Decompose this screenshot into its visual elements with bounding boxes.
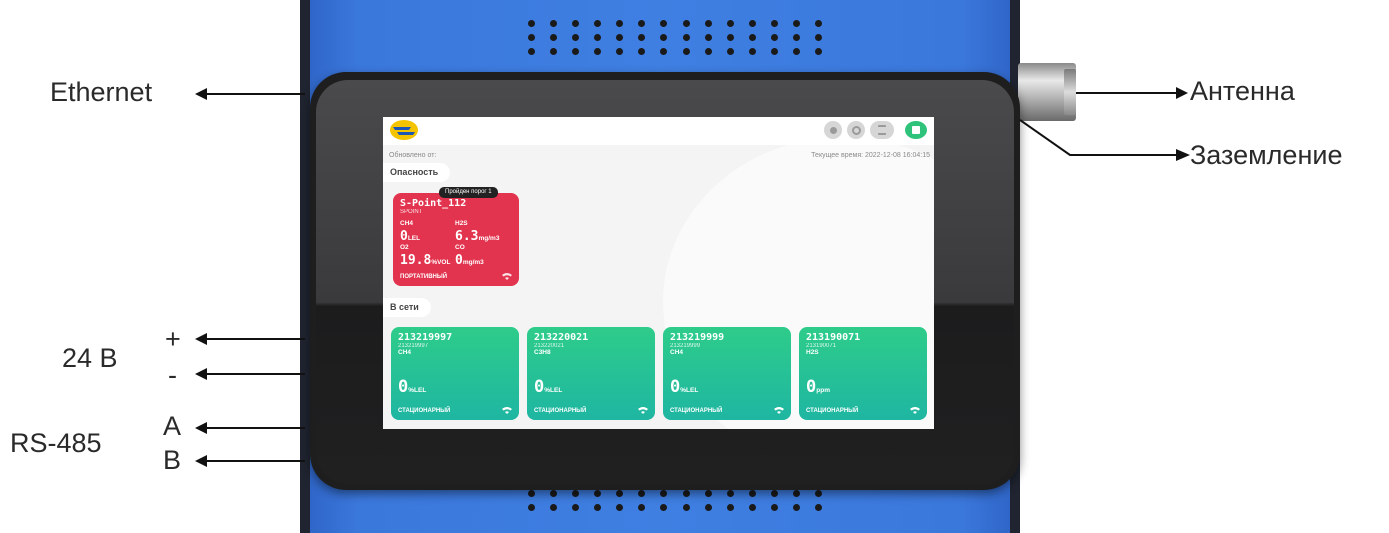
card-type: СТАЦИОНАРНЫЙ bbox=[670, 408, 723, 414]
b-label: B bbox=[163, 445, 182, 475]
reading-ch4: CH4 0LEL bbox=[400, 220, 421, 244]
antenna-arrow bbox=[1076, 92, 1178, 94]
rs485-label: RS-485 bbox=[10, 428, 102, 458]
card-subtitle: 213190071 bbox=[806, 343, 837, 349]
reading-co: CO 0mg/m3 bbox=[455, 244, 484, 268]
section-online: В сети bbox=[383, 298, 431, 317]
grid-icon bbox=[912, 126, 920, 134]
plus-label: + bbox=[165, 324, 181, 354]
card-value: 0ppm bbox=[806, 377, 830, 397]
ground-label: Заземление bbox=[1190, 140, 1343, 170]
card-title: 213220021 bbox=[534, 332, 589, 343]
wifi-icon bbox=[502, 407, 512, 414]
minus-arrow bbox=[205, 373, 305, 375]
housing-rail-left bbox=[300, 0, 310, 533]
info-button[interactable] bbox=[824, 121, 842, 139]
sensor-card[interactable]: 213220021 213220021 C3H8 0%LEL СТАЦИОНАР… bbox=[527, 327, 655, 420]
current-time: Текущее время: 2022-12-08 16:04:15 bbox=[811, 152, 930, 159]
minus-label: - bbox=[168, 360, 177, 390]
antenna-connector bbox=[1018, 63, 1076, 121]
screen-header bbox=[383, 117, 934, 145]
ethernet-arrow bbox=[205, 93, 305, 95]
sensor-card[interactable]: 213190071 213190071 H2S 0ppm СТАЦИОНАРНЫ… bbox=[799, 327, 927, 420]
card-title: S-Point_112 bbox=[400, 198, 467, 209]
reading-o2: O2 19.8%VOL bbox=[400, 244, 451, 268]
card-gas: C3H8 bbox=[534, 349, 551, 356]
sensor-card[interactable]: 213219997 213219997 CH4 0%LEL СТАЦИОНАРН… bbox=[391, 327, 519, 420]
antenna-label: Антенна bbox=[1190, 76, 1295, 106]
card-gas: H2S bbox=[806, 349, 819, 356]
card-gas: CH4 bbox=[398, 349, 412, 356]
card-title: 213219999 bbox=[670, 332, 725, 343]
vent-top bbox=[520, 20, 830, 55]
card-subtitle: SPOINT bbox=[400, 209, 423, 215]
card-type: СТАЦИОНАРНЫЙ bbox=[806, 408, 859, 414]
card-type: ПОРТАТИВНЫЙ bbox=[400, 274, 448, 280]
power-label: 24 В bbox=[62, 343, 118, 373]
a-label: A bbox=[163, 411, 182, 441]
section-danger: Опасность bbox=[383, 163, 451, 182]
ethernet-label: Ethernet bbox=[50, 77, 153, 107]
circle-icon bbox=[851, 125, 861, 135]
card-title: 213190071 bbox=[806, 332, 861, 343]
card-value: 0%LEL bbox=[398, 377, 427, 397]
card-type: СТАЦИОНАРНЫЙ bbox=[534, 408, 587, 414]
card-gas: CH4 bbox=[670, 349, 684, 356]
antenna-arrowhead bbox=[1176, 87, 1188, 99]
brand-logo-icon bbox=[390, 120, 418, 140]
card-subtitle: 213219999 bbox=[670, 343, 701, 349]
wifi-icon bbox=[774, 407, 784, 414]
reading-h2s: H2S 6.3mg/m3 bbox=[455, 220, 500, 244]
card-title: 213219997 bbox=[398, 332, 453, 343]
card-subtitle: 213220021 bbox=[534, 343, 565, 349]
list-icon bbox=[878, 125, 886, 135]
list-view-button[interactable] bbox=[870, 121, 894, 139]
settings-button[interactable] bbox=[847, 121, 865, 139]
wifi-icon bbox=[638, 407, 648, 414]
card-value: 0%LEL bbox=[534, 377, 563, 397]
b-arrow bbox=[205, 460, 305, 462]
card-value: 0%LEL bbox=[670, 377, 699, 397]
ground-arrow bbox=[1019, 119, 1190, 161]
info-icon bbox=[829, 126, 837, 134]
vent-bottom bbox=[520, 490, 830, 511]
wifi-icon bbox=[502, 273, 512, 280]
touchscreen: Обновлено от: Текущее время: 2022-12-08 … bbox=[383, 117, 934, 429]
danger-sensor-card[interactable]: Пройден порог 1 S-Point_112 SPOINT CH4 0… bbox=[393, 187, 519, 286]
grid-view-button[interactable] bbox=[905, 121, 927, 139]
wifi-icon bbox=[910, 407, 920, 414]
a-arrow bbox=[205, 427, 305, 429]
card-type: СТАЦИОНАРНЫЙ bbox=[398, 408, 451, 414]
plus-arrow bbox=[205, 338, 305, 340]
threshold-badge: Пройден порог 1 bbox=[439, 187, 498, 198]
updated-label: Обновлено от: bbox=[389, 152, 437, 159]
sensor-card[interactable]: 213219999 213219999 CH4 0%LEL СТАЦИОНАРН… bbox=[663, 327, 791, 420]
card-subtitle: 213219997 bbox=[398, 343, 429, 349]
